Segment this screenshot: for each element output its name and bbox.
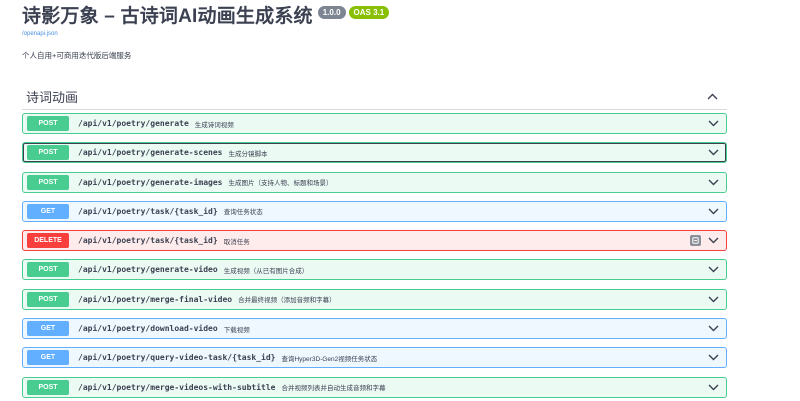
operation-post-generate-video[interactable]: POST /api/v1/poetry/generate-video 生成视频（… bbox=[22, 259, 727, 281]
tag-name: 诗词动画 bbox=[26, 90, 79, 105]
method-badge: POST bbox=[27, 116, 69, 131]
chevron-down-icon[interactable] bbox=[707, 293, 719, 305]
operation-path: /api/v1/poetry/merge-videos-with-subtitl… bbox=[78, 382, 276, 392]
chevron-up-icon[interactable] bbox=[705, 90, 719, 104]
operation-path: /api/v1/poetry/query-video-task/{task_id… bbox=[78, 353, 276, 363]
method-badge: POST bbox=[27, 174, 69, 190]
method-badge: GET bbox=[27, 350, 69, 366]
oas-badge: OAS 3.1 bbox=[348, 6, 390, 19]
operation-summary: 生成图片（支持人物、标题和场景） bbox=[228, 180, 333, 188]
chevron-down-icon[interactable] bbox=[707, 205, 719, 217]
chevron-down-icon[interactable] bbox=[707, 147, 719, 159]
method-badge: DELETE bbox=[27, 233, 69, 249]
method-badge: POST bbox=[27, 262, 69, 278]
method-badge: POST bbox=[27, 379, 69, 395]
operation-summary: 生成分镜脚本 bbox=[228, 150, 268, 158]
chevron-down-icon[interactable] bbox=[707, 381, 719, 393]
operation-summary: 查询Hyper3D-Gen2视频任务状态 bbox=[281, 355, 378, 363]
chevron-down-icon[interactable] bbox=[707, 352, 719, 364]
operation-get-task[interactable]: GET /api/v1/poetry/task/{task_id} 查询任务状态 bbox=[22, 200, 727, 222]
operation-summary: 查询任务状态 bbox=[223, 209, 263, 217]
title-row: 诗影万象 – 古诗词AI动画生成系统 1.0.0 OAS 3.1 bbox=[22, 4, 782, 30]
openapi-json-link[interactable]: /openapi.json bbox=[22, 31, 782, 37]
operation-summary: 合并视频列表并自动生成音频和字幕 bbox=[281, 385, 386, 393]
method-badge: POST bbox=[27, 145, 69, 161]
operation-path: /api/v1/poetry/task/{task_id} bbox=[78, 236, 218, 246]
operation-summary: 生成诗词视频 bbox=[194, 121, 234, 129]
chevron-down-icon[interactable] bbox=[707, 323, 719, 335]
method-badge: GET bbox=[27, 203, 69, 219]
operation-summary: 取消任务 bbox=[223, 238, 250, 246]
operation-summary: 合并最终视频（添加音频和字幕） bbox=[238, 297, 336, 305]
chevron-down-icon[interactable] bbox=[707, 235, 719, 247]
operation-get-query-video-task[interactable]: GET /api/v1/poetry/query-video-task/{tas… bbox=[22, 347, 727, 369]
tag-header-poetry[interactable]: 诗词动画 bbox=[22, 84, 727, 110]
operation-path: /api/v1/poetry/generate-scenes bbox=[78, 148, 223, 158]
tag-section: 诗词动画 bbox=[22, 84, 727, 110]
operation-post-merge-final-video[interactable]: POST /api/v1/poetry/merge-final-video 合并… bbox=[22, 288, 727, 310]
operation-path: /api/v1/poetry/generate-images bbox=[78, 177, 223, 187]
chevron-down-icon[interactable] bbox=[707, 176, 719, 188]
page-title: 诗影万象 – 古诗词AI动画生成系统 bbox=[22, 6, 313, 27]
operation-post-generate-scenes[interactable]: POST /api/v1/poetry/generate-scenes 生成分镜… bbox=[22, 142, 727, 164]
operation-post-merge-videos-with-subtitle[interactable]: POST /api/v1/poetry/merge-videos-with-su… bbox=[22, 376, 727, 398]
operations-list: POST /api/v1/poetry/generate 生成诗词视频 POST… bbox=[22, 113, 727, 401]
operation-get-download-video[interactable]: GET /api/v1/poetry/download-video 下载视频 bbox=[22, 318, 727, 340]
operation-path: /api/v1/poetry/merge-final-video bbox=[78, 294, 233, 304]
operation-post-generate-images[interactable]: POST /api/v1/poetry/generate-images 生成图片… bbox=[22, 171, 727, 193]
chevron-down-icon[interactable] bbox=[707, 264, 719, 276]
version-badge: 1.0.0 bbox=[317, 6, 346, 19]
operation-path: /api/v1/poetry/download-video bbox=[78, 324, 218, 334]
operation-delete-task[interactable]: DELETE /api/v1/poetry/task/{task_id} 取消任… bbox=[22, 230, 727, 252]
method-badge: GET bbox=[27, 321, 69, 337]
copy-icon[interactable] bbox=[690, 235, 701, 247]
operation-path: /api/v1/poetry/generate bbox=[78, 119, 189, 128]
operation-path: /api/v1/poetry/generate-video bbox=[78, 265, 218, 275]
operation-summary: 生成视频（从已有图片合成） bbox=[223, 267, 309, 275]
chevron-down-icon[interactable] bbox=[707, 118, 719, 130]
api-description: 个人自用+可商用迭代版后端服务 bbox=[22, 51, 132, 60]
operation-summary: 下载视频 bbox=[223, 326, 250, 334]
operation-post-generate[interactable]: POST /api/v1/poetry/generate 生成诗词视频 bbox=[22, 113, 727, 134]
operation-path: /api/v1/poetry/task/{task_id} bbox=[78, 206, 218, 216]
method-badge: POST bbox=[27, 291, 69, 307]
api-info: 诗影万象 – 古诗词AI动画生成系统 1.0.0 OAS 3.1 /openap… bbox=[22, 4, 782, 61]
